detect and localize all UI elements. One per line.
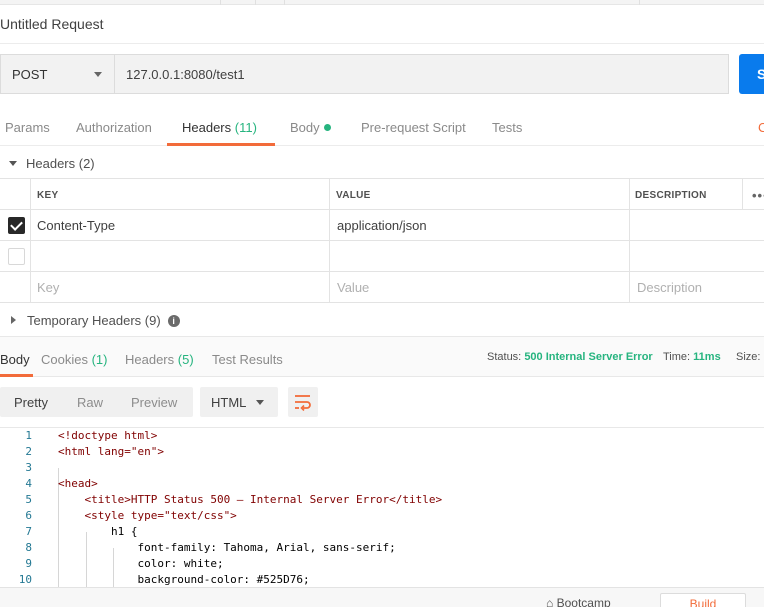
method-select[interactable]: POST bbox=[0, 54, 114, 94]
code-line: background-color: #525D76; bbox=[58, 573, 310, 586]
view-mode-preview[interactable]: Preview bbox=[131, 395, 177, 410]
code-line: h1 { bbox=[58, 525, 138, 538]
response-time: Time: 11ms bbox=[663, 351, 721, 363]
code-line: color: white; bbox=[58, 557, 224, 570]
divider bbox=[0, 43, 764, 44]
tab-params[interactable]: Params bbox=[5, 120, 50, 135]
temporary-headers-toggle[interactable]: Temporary Headers (9) i bbox=[11, 313, 180, 328]
build-button[interactable]: Build bbox=[660, 593, 746, 607]
view-mode-raw[interactable]: Raw bbox=[77, 395, 103, 410]
table-row: Content-Type application/json bbox=[0, 210, 764, 241]
tab-count: (11) bbox=[234, 120, 257, 135]
table-row-new: Key Value Description bbox=[0, 272, 764, 303]
window-tab-strip bbox=[0, 0, 764, 5]
status-footer: ⌂ Bootcamp Build bbox=[0, 587, 764, 607]
response-status: Status: 500 Internal Server Error bbox=[487, 351, 653, 363]
row-checkbox[interactable] bbox=[8, 248, 25, 265]
tab-count: (1) bbox=[91, 352, 108, 367]
send-button[interactable]: S bbox=[739, 54, 764, 94]
bootcamp-icon: ⌂ bbox=[546, 596, 554, 607]
wrap-lines-button[interactable] bbox=[288, 387, 318, 417]
window-tab[interactable] bbox=[220, 0, 256, 5]
row-checkbox[interactable] bbox=[8, 217, 25, 234]
column-header-value: VALUE bbox=[336, 190, 371, 201]
active-tab-indicator bbox=[167, 143, 275, 146]
code-line: font-family: Tahoma, Arial, sans-serif; bbox=[58, 541, 396, 554]
description-input[interactable]: Description bbox=[637, 280, 702, 295]
tab-authorization[interactable]: Authorization bbox=[76, 120, 152, 135]
status-value: 500 Internal Server Error bbox=[524, 351, 653, 363]
table-header-row: KEY VALUE DESCRIPTION bbox=[0, 179, 764, 210]
code-line: <title>HTTP Status 500 – Internal Server… bbox=[58, 493, 443, 506]
status-dot-icon bbox=[323, 124, 331, 131]
tab-pre-request-script[interactable]: Pre-request Script bbox=[361, 120, 466, 135]
method-label: POST bbox=[12, 66, 48, 82]
bootcamp-button[interactable]: ⌂ Bootcamp bbox=[546, 596, 611, 607]
code-line: <!doctype html> bbox=[58, 429, 158, 442]
headers-table: KEY VALUE DESCRIPTION Content-Type appli… bbox=[0, 178, 764, 303]
tab-headers[interactable]: Headers (11) bbox=[182, 120, 257, 135]
header-value-cell[interactable]: application/json bbox=[337, 218, 427, 233]
headers-section-toggle[interactable]: Headers (2) bbox=[9, 156, 95, 171]
cookies-link[interactable]: C bbox=[758, 120, 764, 135]
caret-right-icon bbox=[11, 316, 16, 324]
column-header-description: DESCRIPTION bbox=[635, 190, 707, 201]
tab-body[interactable]: Body bbox=[290, 120, 331, 135]
tab-response-cookies[interactable]: Cookies (1) bbox=[41, 352, 107, 367]
tab-response-headers[interactable]: Headers (5) bbox=[125, 352, 194, 367]
code-line: <style type="text/css"> bbox=[58, 509, 237, 522]
key-input[interactable]: Key bbox=[37, 280, 59, 295]
more-options-icon[interactable]: ••• bbox=[752, 188, 764, 203]
tab-response-body[interactable]: Body bbox=[0, 352, 30, 367]
response-size: Size: bbox=[736, 351, 761, 363]
info-icon[interactable]: i bbox=[167, 315, 180, 327]
time-value: 11ms bbox=[693, 351, 721, 363]
chevron-down-icon bbox=[94, 72, 102, 77]
table-row bbox=[0, 241, 764, 272]
tab-tests[interactable]: Tests bbox=[492, 120, 522, 135]
code-line: <html lang="en"> bbox=[58, 445, 164, 458]
language-select[interactable]: HTML bbox=[200, 387, 278, 417]
column-header-key: KEY bbox=[37, 190, 59, 201]
header-key-cell[interactable]: Content-Type bbox=[37, 218, 115, 233]
view-mode-pretty[interactable]: Pretty bbox=[14, 395, 48, 410]
caret-down-icon bbox=[9, 161, 17, 166]
code-line: <head> bbox=[58, 477, 98, 490]
view-mode-toggle: Pretty Raw Preview bbox=[0, 387, 193, 417]
tab-count: (5) bbox=[177, 352, 194, 367]
wrap-lines-icon bbox=[295, 395, 311, 411]
window-tab[interactable] bbox=[284, 0, 640, 5]
tab-test-results[interactable]: Test Results bbox=[212, 352, 283, 367]
request-tabs: Params Authorization Headers (11) Body P… bbox=[0, 104, 764, 146]
response-format-bar: Pretty Raw Preview HTML bbox=[0, 377, 764, 429]
url-input[interactable]: 127.0.0.1:8080/test1 bbox=[114, 54, 729, 94]
request-title[interactable]: Untitled Request bbox=[0, 16, 104, 32]
value-input[interactable]: Value bbox=[337, 280, 369, 295]
response-tabs: Body Cookies (1) Headers (5) Test Result… bbox=[0, 336, 764, 377]
chevron-down-icon bbox=[256, 400, 264, 405]
response-body-editor[interactable]: 1 2 3 4 5 6 7 8 9 10 <!doctype html> <ht… bbox=[0, 427, 764, 588]
